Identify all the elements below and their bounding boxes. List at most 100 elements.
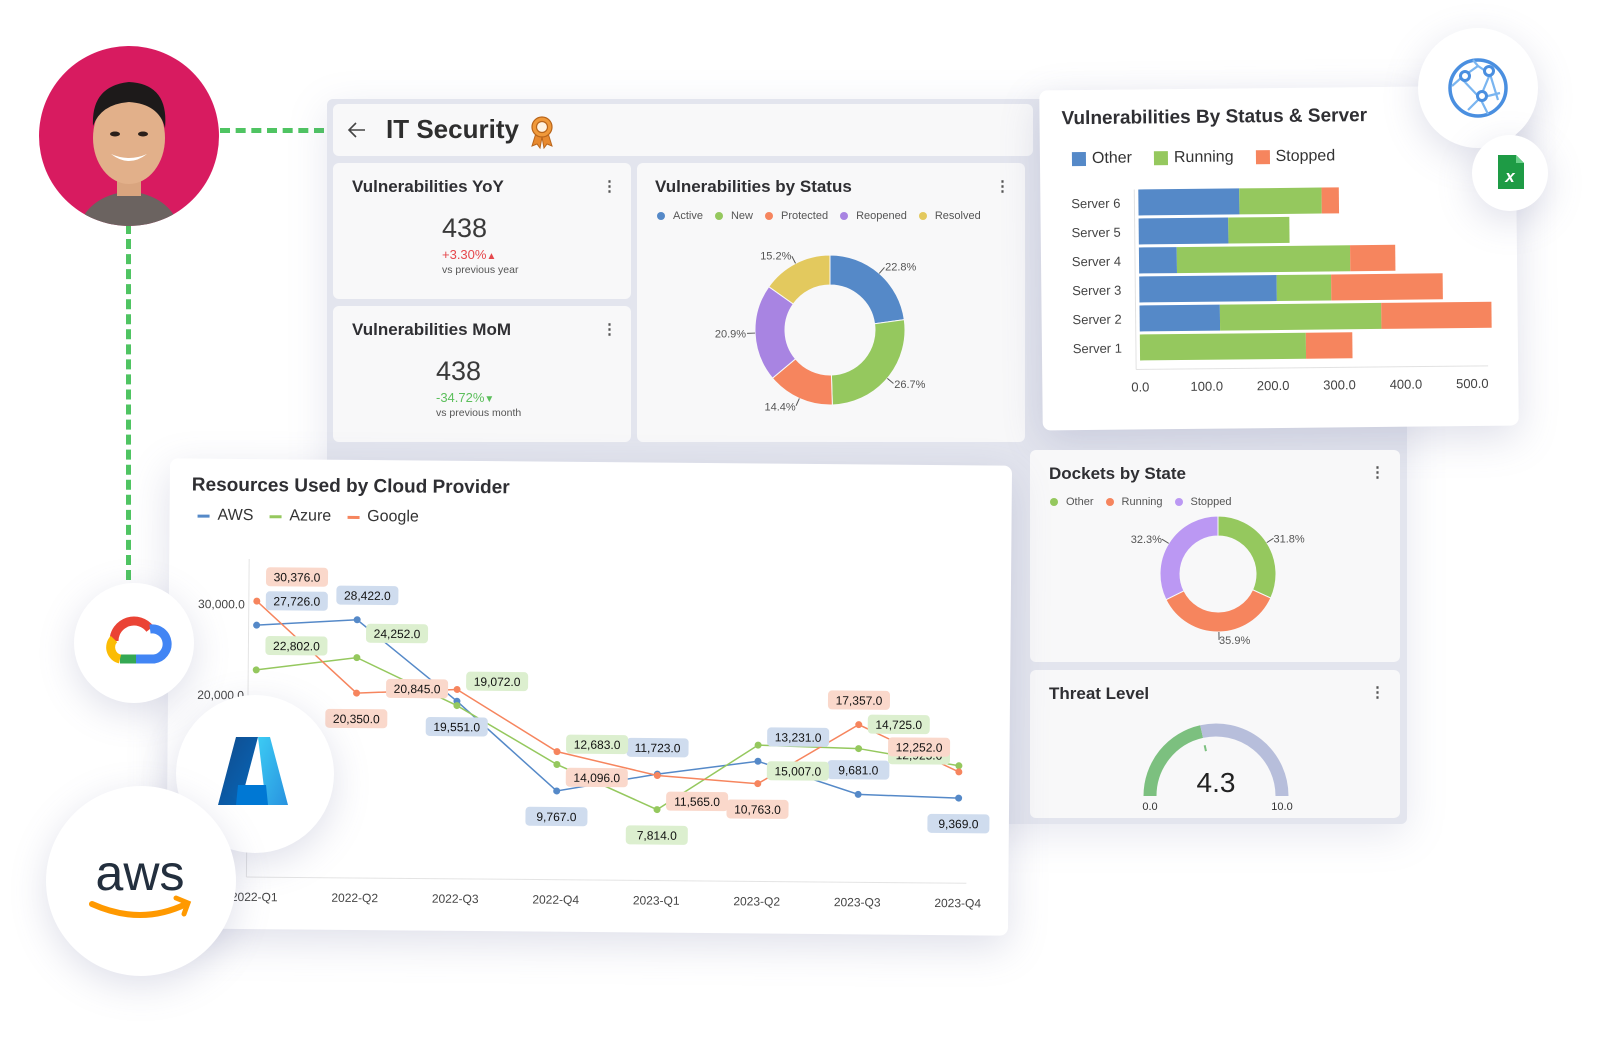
- legend-item-running[interactable]: Running: [1153, 148, 1234, 167]
- google-cloud-integration-badge[interactable]: [74, 583, 194, 703]
- data-point-google[interactable]: [553, 748, 561, 756]
- data-point-google[interactable]: [653, 772, 661, 780]
- donut-slice-new[interactable]: [830, 319, 906, 406]
- legend-item-stopped[interactable]: Stopped: [1255, 147, 1335, 166]
- excel-integration-badge[interactable]: x: [1472, 135, 1548, 211]
- network-integration-badge[interactable]: [1418, 28, 1538, 148]
- more-options-icon[interactable]: ⋮: [1370, 465, 1385, 481]
- donut-slice-running[interactable]: [1165, 589, 1272, 633]
- stacked-bar-chart: Server 6 Server 5 Server 4 Server 3 Server 2…: [1071, 187, 1492, 395]
- legend-swatch: [657, 212, 665, 220]
- arrow-left-icon[interactable]: [347, 120, 367, 140]
- data-label-text: 9,369.0: [938, 817, 978, 831]
- legend-item-google[interactable]: Google: [347, 508, 419, 527]
- bar-segment-server-2-running[interactable]: [1219, 302, 1382, 331]
- data-point-google[interactable]: [253, 597, 261, 605]
- bar-segment-server-5-other[interactable]: [1138, 217, 1229, 245]
- excel-icon: x: [1498, 155, 1524, 189]
- data-point-azure[interactable]: [453, 702, 461, 710]
- legend-item-active[interactable]: Active: [657, 210, 703, 222]
- more-options-icon[interactable]: ⋮: [995, 179, 1010, 195]
- data-point-azure[interactable]: [653, 806, 661, 814]
- bar-segment-server-1-stopped[interactable]: [1305, 332, 1353, 359]
- gauge-max-label: 10.0: [1271, 801, 1292, 813]
- data-point-aws[interactable]: [854, 790, 862, 798]
- data-point-azure[interactable]: [955, 762, 963, 770]
- award-ribbon-icon: [531, 116, 553, 149]
- legend-item-other[interactable]: Other: [1071, 150, 1132, 169]
- more-options-icon[interactable]: ⋮: [602, 179, 617, 195]
- data-point-azure[interactable]: [553, 760, 561, 768]
- x-tick-label: 300.0: [1323, 377, 1356, 392]
- data-point-aws[interactable]: [754, 757, 762, 765]
- bar-segment-server-5-running[interactable]: [1228, 216, 1290, 244]
- legend-item-new[interactable]: New: [714, 210, 753, 222]
- more-options-icon[interactable]: ⋮: [602, 322, 617, 338]
- card-title: Vulnerabilities YoY: [352, 177, 504, 196]
- y-tick-label: Server 2: [1072, 312, 1121, 328]
- aws-integration-badge[interactable]: aws: [46, 786, 236, 976]
- bar-segment-server-3-running[interactable]: [1276, 274, 1332, 302]
- data-label-text: 15,007.0: [774, 764, 821, 778]
- kpi-subtitle: vs previous year: [442, 264, 519, 276]
- donut-slice-other[interactable]: [1217, 515, 1277, 599]
- data-point-aws[interactable]: [253, 621, 261, 629]
- data-label-text: 12,252.0: [896, 740, 943, 754]
- bar-segment-server-3-stopped[interactable]: [1331, 273, 1443, 301]
- slice-label-leader: [791, 256, 796, 264]
- slice-label-leader: [1266, 537, 1274, 544]
- y-tick-label: 30,000.0: [198, 597, 245, 611]
- more-options-icon[interactable]: ⋮: [1370, 685, 1385, 701]
- legend-item-azure[interactable]: Azure: [269, 507, 331, 526]
- data-point-azure[interactable]: [754, 741, 762, 749]
- data-point-aws[interactable]: [353, 616, 361, 624]
- data-label-aws: 13,231.0: [767, 727, 830, 747]
- x-tick-label: 2023-Q2: [733, 894, 780, 908]
- card-title: Vulnerabilities By Status & Server: [1061, 105, 1368, 130]
- data-label-text: 17,357.0: [836, 693, 883, 707]
- legend-item-protected[interactable]: Protected: [764, 210, 828, 222]
- data-point-aws[interactable]: [955, 794, 963, 802]
- bar-segment-server-6-running[interactable]: [1239, 187, 1322, 215]
- data-label-google: 14,096.0: [565, 767, 628, 788]
- legend-item-resolved[interactable]: Resolved: [918, 210, 981, 222]
- data-label-text: 30,376.0: [274, 570, 321, 584]
- bar-segment-server-3-other[interactable]: [1139, 275, 1277, 303]
- gauge-chart: 4.3 0.0 10.0: [1142, 723, 1293, 813]
- aws-logo-text: aws: [96, 845, 185, 901]
- data-point-azure[interactable]: [353, 654, 361, 662]
- data-label-azure: 22,802.0: [265, 636, 328, 656]
- legend-label: AWS: [217, 506, 254, 525]
- x-tick-label: 500.0: [1456, 376, 1489, 391]
- data-point-azure[interactable]: [855, 745, 863, 753]
- data-label-azure: 7,814.0: [625, 825, 688, 845]
- bar-segment-server-4-running[interactable]: [1176, 245, 1351, 274]
- data-label-google: 30,376.0: [265, 567, 329, 587]
- data-label-text: 13,231.0: [775, 730, 822, 744]
- bar-segment-server-4-stopped[interactable]: [1350, 244, 1396, 272]
- donut-slice-stopped[interactable]: [1159, 515, 1219, 601]
- data-point-google[interactable]: [955, 768, 963, 776]
- bar-segment-server-2-stopped[interactable]: [1381, 301, 1492, 329]
- data-label-azure: 15,007.0: [766, 761, 829, 781]
- bar-segment-server-1-running[interactable]: [1139, 332, 1307, 361]
- gauge-fill: [1143, 725, 1204, 797]
- data-point-google[interactable]: [754, 780, 762, 788]
- gauge-value: 4.3: [1197, 767, 1236, 798]
- data-point-google[interactable]: [855, 721, 863, 729]
- bar-segment-server-6-other[interactable]: [1138, 188, 1240, 216]
- bar-segment-server-4-other[interactable]: [1138, 247, 1178, 274]
- data-point-aws[interactable]: [553, 787, 561, 795]
- legend-label: Google: [367, 508, 419, 526]
- data-point-google[interactable]: [453, 685, 461, 693]
- bar-segment-server-2-other[interactable]: [1139, 304, 1221, 332]
- legend-item-reopened[interactable]: Reopened: [840, 210, 907, 222]
- data-point-google[interactable]: [353, 689, 361, 697]
- data-label-aws: 9,369.0: [927, 813, 990, 834]
- legend-item-aws[interactable]: AWS: [197, 506, 254, 525]
- data-point-azure[interactable]: [252, 666, 260, 674]
- bar-segment-server-6-stopped[interactable]: [1321, 187, 1340, 214]
- card-title: Dockets by State: [1049, 464, 1186, 483]
- series-line-azure: [256, 656, 960, 811]
- y-tick-label: Server 5: [1072, 225, 1121, 241]
